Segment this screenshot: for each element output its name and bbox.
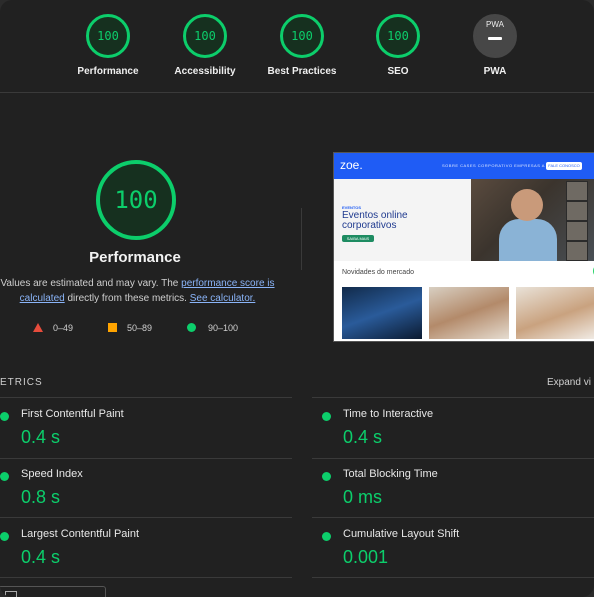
video-tile — [566, 221, 588, 241]
score-ring: 100 — [183, 14, 227, 58]
pwa-dash — [488, 37, 502, 40]
metric-label: First Contentful Paint — [21, 408, 124, 420]
desc-text: Values are estimated and may vary. The — [0, 278, 182, 289]
metric-total-blocking-time: Total Blocking Time 0 ms — [322, 463, 594, 521]
metric-label: Cumulative Layout Shift — [343, 528, 460, 540]
metric-label: Largest Contentful Paint — [21, 528, 140, 540]
performance-description: Values are estimated and may vary. The p… — [0, 276, 275, 306]
metrics-divider — [0, 577, 292, 578]
metrics-divider — [312, 577, 594, 578]
metric-value: 0.4 s — [21, 547, 61, 567]
vertical-divider — [301, 208, 302, 270]
legend-pass: 90–100 — [187, 323, 238, 333]
average-square-icon — [108, 323, 117, 332]
preview-section-title: Novidades do mercado — [342, 269, 414, 276]
legend-average: 50–89 — [108, 323, 152, 333]
metric-value: 0.8 s — [21, 487, 61, 507]
gauge-seo[interactable]: 100 SEO — [343, 14, 453, 77]
gauge-accessibility[interactable]: 100 Accessibility — [150, 14, 260, 77]
metric-label: Total Blocking Time — [343, 468, 438, 480]
metric-value: 0 ms — [343, 487, 383, 507]
final-screenshot-preview[interactable]: zoe. SOBRE CASES CORPORATIVO EMPRESAS A … — [333, 152, 594, 342]
metric-speed-index: Speed Index 0.8 s — [0, 463, 280, 521]
video-tile — [566, 181, 588, 201]
metrics-divider — [0, 397, 292, 398]
pwa-badge-text: PWA — [486, 20, 504, 29]
pass-circle-icon — [0, 472, 9, 481]
presenter-body — [499, 219, 557, 261]
metric-first-contentful-paint: First Contentful Paint 0.4 s — [0, 403, 280, 461]
metrics-divider — [312, 458, 594, 459]
metrics-divider — [312, 397, 594, 398]
desc-text: directly from these metrics. — [64, 293, 190, 304]
lighthouse-report: 100 Performance 100 Accessibility 100 Be… — [0, 0, 594, 597]
presenter-head — [511, 189, 543, 221]
pass-circle-icon — [322, 472, 331, 481]
gauge-pwa[interactable]: PWA PWA — [440, 14, 550, 77]
metric-value: 0.4 s — [343, 427, 383, 447]
preview-thumbnail — [342, 287, 422, 339]
fail-triangle-icon — [33, 323, 43, 332]
metrics-section-title: ETRICS — [0, 377, 43, 388]
performance-score-gauge: 100 — [96, 160, 176, 240]
preview-thumbnail — [429, 287, 509, 339]
video-tile — [566, 241, 588, 261]
pass-circle-icon — [322, 412, 331, 421]
score-gauges-bar: 100 Performance 100 Accessibility 100 Be… — [0, 0, 594, 93]
pass-circle-icon — [0, 412, 9, 421]
preview-nav-button: FALE CONOSCO — [546, 162, 582, 170]
legend-average-label: 50–89 — [127, 323, 153, 333]
metric-label: Speed Index — [21, 468, 83, 480]
preview-hero: EVENTOS Eventos online corporativos SAIB… — [334, 179, 471, 261]
metric-label: Time to Interactive — [343, 408, 434, 420]
preview-hero-cta: SAIBA MAIS — [342, 235, 374, 242]
metrics-divider — [0, 458, 292, 459]
gauge-best-practices[interactable]: 100 Best Practices — [247, 14, 357, 77]
see-calculator-link[interactable]: See calculator. — [190, 293, 256, 304]
metric-largest-contentful-paint: Largest Contentful Paint 0.4 s — [0, 523, 280, 581]
pass-circle-icon — [0, 532, 9, 541]
pass-circle-icon — [322, 532, 331, 541]
view-treemap-button[interactable] — [0, 586, 106, 597]
gauge-performance[interactable]: 100 Performance — [53, 14, 163, 77]
performance-title: Performance — [89, 249, 181, 266]
metric-cumulative-layout-shift: Cumulative Layout Shift 0.001 — [322, 523, 594, 581]
metric-time-to-interactive: Time to Interactive 0.4 s — [322, 403, 594, 461]
metric-value: 0.001 — [343, 547, 389, 567]
gauge-label: Performance — [77, 66, 139, 77]
preview-logo: zoe. — [340, 158, 363, 172]
pass-circle-icon — [187, 323, 196, 332]
score-ring: 100 — [376, 14, 420, 58]
metrics-divider — [0, 517, 292, 518]
metric-value: 0.4 s — [21, 427, 61, 447]
preview-navbar: zoe. SOBRE CASES CORPORATIVO EMPRESAS A … — [334, 153, 594, 179]
preview-hero-photo — [471, 179, 594, 261]
gauge-label: SEO — [387, 66, 409, 77]
gauge-label: Accessibility — [174, 66, 236, 77]
gauge-label: Best Practices — [267, 66, 337, 77]
preview-nav-links: SOBRE CASES CORPORATIVO EMPRESAS A ZOE — [442, 163, 557, 168]
legend-pass-label: 90–100 — [208, 323, 239, 333]
score-ring: 100 — [86, 14, 130, 58]
preview-hero-heading: Eventos online corporativos — [342, 210, 408, 231]
treemap-icon — [5, 591, 17, 597]
pwa-badge-icon: PWA — [473, 14, 517, 58]
legend-fail-label: 0–49 — [53, 323, 74, 333]
expand-view-toggle[interactable]: Expand vi — [547, 377, 591, 388]
gauge-label: PWA — [483, 66, 507, 77]
metrics-divider — [312, 517, 594, 518]
video-tile — [566, 201, 588, 221]
preview-thumbnail — [516, 287, 594, 339]
score-ring: 100 — [280, 14, 324, 58]
legend-fail: 0–49 — [33, 323, 73, 333]
